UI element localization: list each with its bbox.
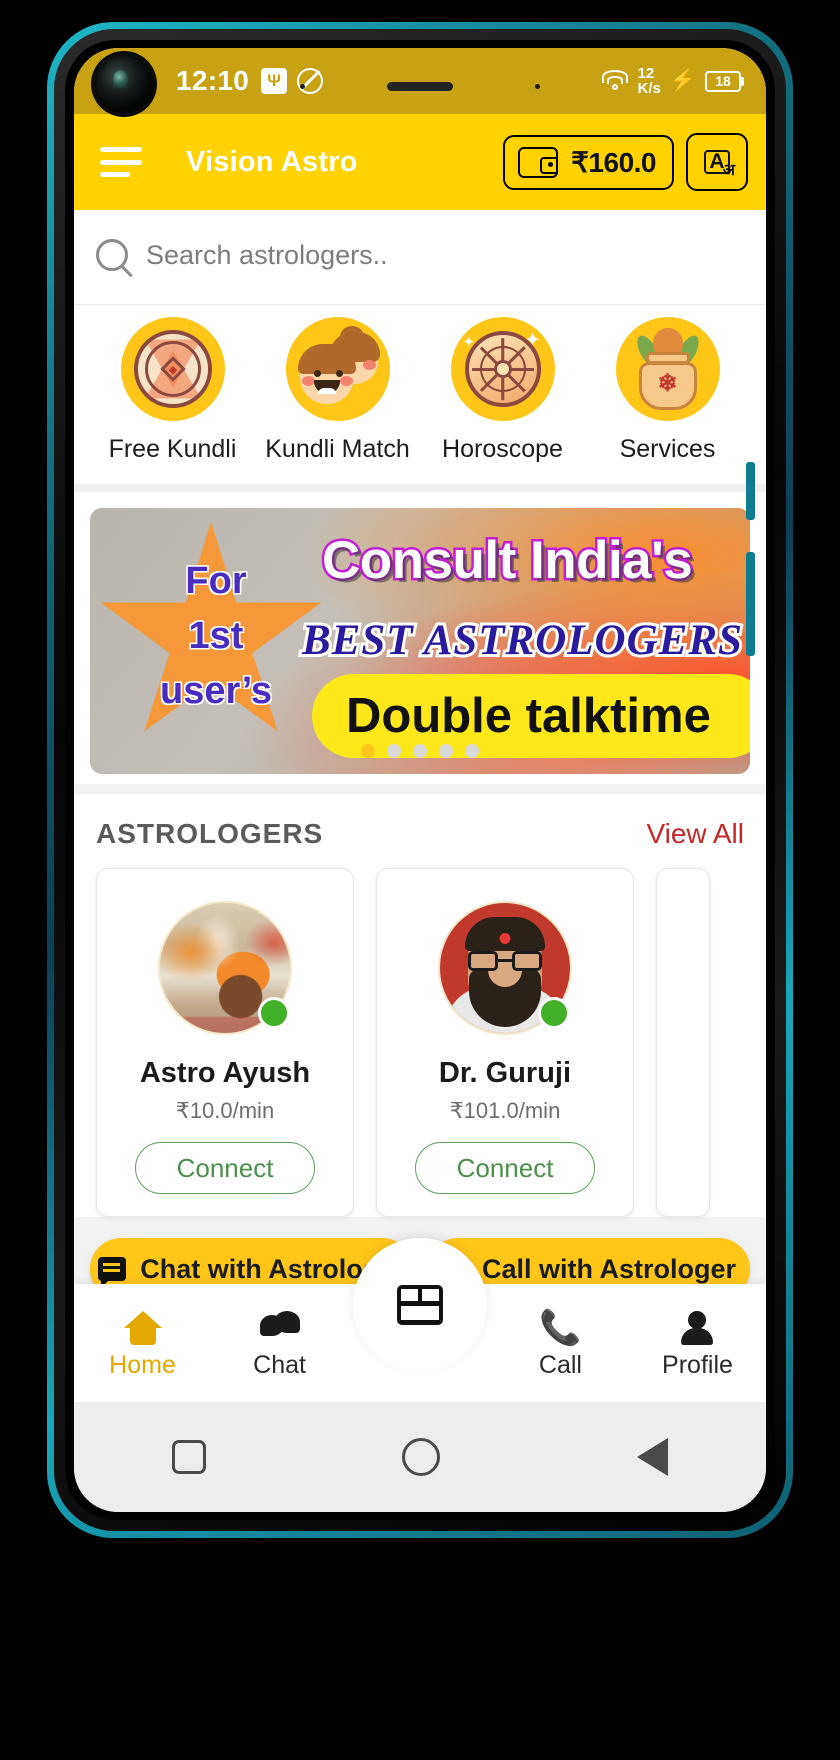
category-row: Free Kundli Kundli Match ✦ ✦ Horoscope ❄… bbox=[74, 304, 766, 484]
carousel-dot[interactable] bbox=[465, 744, 479, 758]
category-horoscope[interactable]: ✦ ✦ Horoscope bbox=[420, 317, 585, 464]
status-clock: 12:10 bbox=[176, 65, 250, 96]
live-video-icon bbox=[397, 1285, 443, 1325]
bottom-navigation: Home Chat 📞 Call Profile bbox=[74, 1238, 766, 1402]
astrologers-header: ASTROLOGERS View All bbox=[74, 818, 766, 868]
live-video-fab[interactable] bbox=[353, 1238, 487, 1372]
network-speed-unit: K/s bbox=[637, 80, 661, 97]
promo-banner[interactable]: For 1st user’s Consult India's BEST ASTR… bbox=[90, 508, 750, 774]
avatar bbox=[438, 901, 572, 1035]
carousel-dot[interactable] bbox=[387, 744, 401, 758]
astrologer-card[interactable]: Astro Ayush ₹10.0/min Connect bbox=[96, 868, 354, 1217]
banner-headline: Consult India's bbox=[319, 529, 695, 593]
carousel-dot[interactable] bbox=[413, 744, 427, 758]
category-label: Horoscope bbox=[442, 435, 563, 463]
carousel-dots[interactable] bbox=[361, 744, 479, 758]
wifi-icon bbox=[601, 70, 629, 92]
nav-label: Home bbox=[109, 1350, 176, 1379]
nav-item-call[interactable]: 📞 Call bbox=[492, 1307, 629, 1380]
network-speed: 12 K/s bbox=[638, 66, 661, 96]
person-icon bbox=[681, 1311, 713, 1345]
connect-button[interactable]: Connect bbox=[415, 1142, 595, 1194]
chat-icon bbox=[259, 1310, 300, 1345]
main-content: Search astrologers.. Free Kundli Kundli … bbox=[74, 210, 766, 1316]
circle-home-icon[interactable] bbox=[402, 1438, 441, 1476]
category-kundli-match[interactable]: Kundli Match bbox=[255, 317, 420, 464]
search-placeholder: Search astrologers.. bbox=[146, 239, 388, 270]
search-icon bbox=[96, 239, 128, 271]
nav-item-chat[interactable]: Chat bbox=[211, 1307, 348, 1380]
astrologer-price: ₹101.0/min bbox=[449, 1098, 561, 1123]
wallet-button[interactable]: ₹160.0 bbox=[503, 134, 674, 190]
category-services[interactable]: ❄ Services bbox=[585, 317, 750, 464]
lightning-bolt-icon: ⚡ bbox=[669, 69, 696, 92]
category-label: Kundli Match bbox=[265, 435, 410, 463]
category-free-kundli[interactable]: Free Kundli bbox=[90, 317, 255, 464]
nav-label: Call bbox=[538, 1350, 582, 1379]
front-camera-punch-hole bbox=[94, 54, 154, 114]
triangle-back-icon[interactable] bbox=[636, 1438, 668, 1476]
astrologer-name: Astro Ayush bbox=[139, 1057, 311, 1089]
usb-icon: Ψ bbox=[261, 68, 288, 94]
nav-item-home[interactable]: Home bbox=[74, 1307, 211, 1380]
online-status-badge bbox=[258, 997, 290, 1029]
astrologer-price: ₹10.0/min bbox=[175, 1098, 275, 1123]
astrologer-card[interactable]: Dr. Guruji ₹101.0/min Connect bbox=[376, 868, 634, 1217]
banner-subhead: BEST ASTROLOGERS bbox=[299, 614, 745, 667]
network-speed-value: 12 bbox=[637, 65, 655, 82]
call-button-label: Call with Astrologer bbox=[481, 1253, 737, 1284]
phone-icon: 📞 bbox=[539, 1308, 582, 1347]
battery-level: 18 bbox=[705, 70, 741, 92]
wallet-balance: ₹160.0 bbox=[571, 146, 656, 178]
astrologer-name: Dr. Guruji bbox=[438, 1057, 572, 1089]
nav-item-profile[interactable]: Profile bbox=[629, 1307, 766, 1380]
wallet-icon bbox=[518, 146, 559, 178]
banner-section: For 1st user’s Consult India's BEST ASTR… bbox=[74, 492, 766, 784]
battery-indicator: 18 bbox=[705, 70, 744, 92]
language-translate-icon[interactable]: Aअ bbox=[686, 133, 748, 191]
app-bar: Vision Astro ₹160.0 Aअ bbox=[74, 114, 766, 210]
banner-star-text: For 1st user’s bbox=[136, 554, 296, 719]
status-bar: 12:10 Ψ 12 K/s ⚡ 18 bbox=[74, 48, 766, 114]
home-icon bbox=[123, 1310, 162, 1345]
square-recents-icon[interactable] bbox=[172, 1440, 207, 1474]
section-title: ASTROLOGERS bbox=[96, 818, 324, 849]
category-label: Free Kundli bbox=[108, 435, 237, 463]
app-title: Vision Astro bbox=[186, 145, 358, 178]
chat-bubble-icon bbox=[98, 1257, 127, 1288]
couple-faces-icon bbox=[285, 317, 390, 421]
volume-button[interactable] bbox=[746, 462, 755, 520]
kundli-chart-icon bbox=[120, 317, 225, 421]
banner-offer-text: Double talktime bbox=[346, 689, 711, 743]
phone-screen: 12:10 Ψ 12 K/s ⚡ 18 Vision Astro ₹160.0 … bbox=[74, 48, 766, 1512]
connect-button[interactable]: Connect bbox=[135, 1142, 315, 1194]
sensor-dots bbox=[300, 82, 540, 91]
nav-label: Chat bbox=[253, 1350, 306, 1379]
nav-label: Profile bbox=[662, 1350, 733, 1379]
hamburger-menu-icon[interactable] bbox=[100, 147, 142, 177]
carousel-dot[interactable] bbox=[439, 744, 453, 758]
banner-star-line1: For bbox=[185, 560, 247, 602]
banner-star-line3: user’s bbox=[160, 670, 272, 712]
astrologers-section: ASTROLOGERS View All Astro Ayush ₹10.0/m… bbox=[74, 794, 766, 1217]
view-all-link[interactable]: View All bbox=[646, 818, 744, 850]
astrologer-card-list[interactable]: Astro Ayush ₹10.0/min Connect Dr. Guruji… bbox=[74, 868, 766, 1217]
zodiac-wheel-icon: ✦ ✦ bbox=[450, 317, 555, 421]
power-button[interactable] bbox=[746, 552, 755, 656]
phone-frame: 12:10 Ψ 12 K/s ⚡ 18 Vision Astro ₹160.0 … bbox=[47, 22, 793, 1538]
search-section: Search astrologers.. bbox=[74, 210, 766, 304]
kalash-pot-icon: ❄ bbox=[615, 317, 720, 421]
astrologer-card-partial[interactable] bbox=[656, 868, 710, 1217]
screenshot-root: 12:10 Ψ 12 K/s ⚡ 18 Vision Astro ₹160.0 … bbox=[0, 0, 840, 1760]
android-system-nav bbox=[74, 1402, 766, 1512]
banner-star-line2: 1st bbox=[188, 615, 244, 657]
search-input[interactable]: Search astrologers.. bbox=[96, 228, 744, 282]
category-label: Services bbox=[619, 435, 716, 463]
carousel-dot[interactable] bbox=[361, 744, 375, 758]
